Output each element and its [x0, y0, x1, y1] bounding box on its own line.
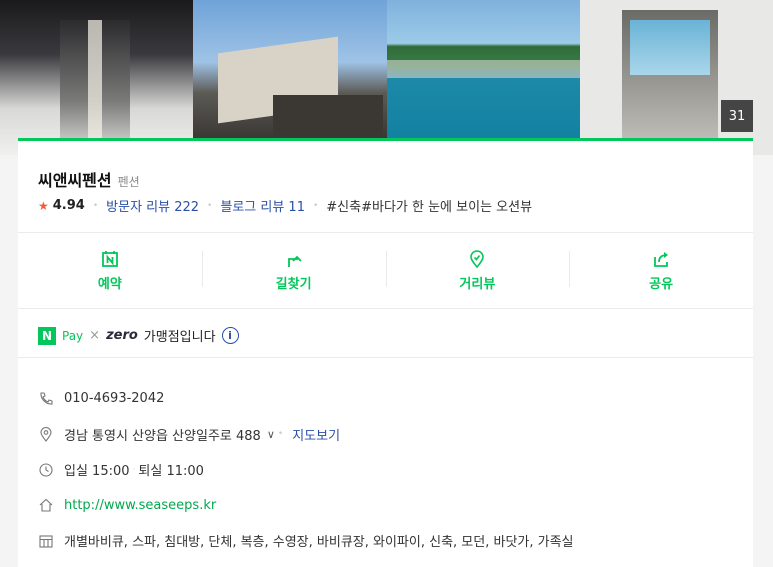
home-icon	[39, 499, 53, 512]
clock-icon	[39, 463, 53, 477]
photo-2[interactable]	[193, 0, 387, 155]
npay-logo-icon: N	[38, 326, 56, 345]
website-link[interactable]: http://www.seaseeps.kr	[64, 498, 216, 513]
amenities-row: 개별바비큐, 스파, 침대방, 단체, 복층, 수영장, 바비큐장, 와이파이,…	[38, 523, 738, 559]
website-row: http://www.seaseeps.kr	[38, 488, 738, 524]
map-view-link[interactable]: 지도보기	[292, 425, 340, 444]
meta-row: ★ 4.94 • 방문자 리뷰 222 • 블로그 리뷰 11 • #신축#바다…	[38, 196, 532, 215]
separator-dot: •	[277, 429, 284, 440]
street-view-button[interactable]: 거리뷰	[385, 233, 570, 308]
directions-icon	[287, 255, 302, 267]
amenities-text: 개별바비큐, 스파, 침대방, 단체, 복층, 수영장, 바비큐장, 와이파이,…	[64, 535, 574, 551]
share-icon	[654, 252, 669, 267]
reserve-label: 예약	[97, 277, 122, 292]
tagline: #신축#바다가 한 눈에 보이는 오션뷰	[326, 200, 533, 215]
chevron-down-icon[interactable]: ∨	[267, 428, 275, 441]
separator-dot: •	[312, 200, 319, 211]
separator-dot: ·	[132, 464, 136, 475]
reserve-button[interactable]: 예약	[18, 233, 202, 308]
street-view-label: 거리뷰	[459, 277, 496, 292]
photo-gallery[interactable]: 31	[0, 0, 773, 155]
action-bar: 예약 길찾기 거리뷰 공유	[18, 233, 753, 308]
title-row: 씨앤씨펜션 펜션	[38, 167, 140, 191]
separator-dot: •	[92, 200, 99, 211]
phone-number[interactable]: 010-4693-2042	[64, 391, 164, 406]
info-list: 010-4693-2042 경남 통영시 산양읍 산양일주로 488 ∨ • 지…	[38, 381, 738, 559]
checkin-time: 입실 15:00	[64, 464, 130, 480]
checkout-time: 퇴실 11:00	[138, 464, 204, 480]
times-symbol: ×	[89, 328, 101, 343]
photo-4[interactable]: 31	[580, 0, 773, 155]
hours-row: 입실 15:00 · 퇴실 11:00	[38, 452, 738, 488]
photo-1[interactable]	[0, 0, 193, 155]
member-text: 가맹점입니다	[143, 330, 216, 345]
directions-label: 길찾기	[275, 277, 312, 292]
place-name: 씨앤씨펜션	[38, 171, 112, 190]
phone-icon	[40, 392, 53, 405]
zero-logo: zero	[106, 328, 138, 343]
divider	[18, 357, 753, 358]
map-pin-icon	[470, 250, 485, 269]
rating-value: 4.94	[52, 198, 85, 213]
place-category: 펜션	[117, 175, 140, 189]
location-pin-icon	[40, 427, 52, 443]
address-text: 경남 통영시 산양읍 산양일주로 488	[64, 428, 261, 444]
phone-row: 010-4693-2042	[38, 381, 738, 417]
amenities-icon	[39, 535, 53, 548]
visitor-reviews-link[interactable]: 방문자 리뷰 222	[106, 196, 199, 215]
npay-label: Pay	[62, 328, 84, 343]
npay-zero-row: N Pay × zero 가맹점입니다 i	[38, 326, 239, 345]
photo-3[interactable]	[387, 0, 580, 155]
share-label: 공유	[649, 277, 674, 292]
calendar-n-icon	[101, 251, 118, 267]
photo-count-badge[interactable]: 31	[721, 100, 753, 132]
info-icon[interactable]: i	[221, 327, 239, 344]
share-button[interactable]: 공유	[569, 233, 753, 308]
blog-reviews-link[interactable]: 블로그 리뷰 11	[220, 196, 305, 215]
address-row: 경남 통영시 산양읍 산양일주로 488 ∨ • 지도보기	[38, 417, 738, 453]
directions-button[interactable]: 길찾기	[201, 233, 386, 308]
divider	[18, 308, 753, 309]
place-card: 씨앤씨펜션 펜션 ★ 4.94 • 방문자 리뷰 222 • 블로그 리뷰 11…	[18, 138, 753, 567]
star-icon: ★	[38, 198, 49, 213]
separator-dot: •	[207, 200, 213, 211]
